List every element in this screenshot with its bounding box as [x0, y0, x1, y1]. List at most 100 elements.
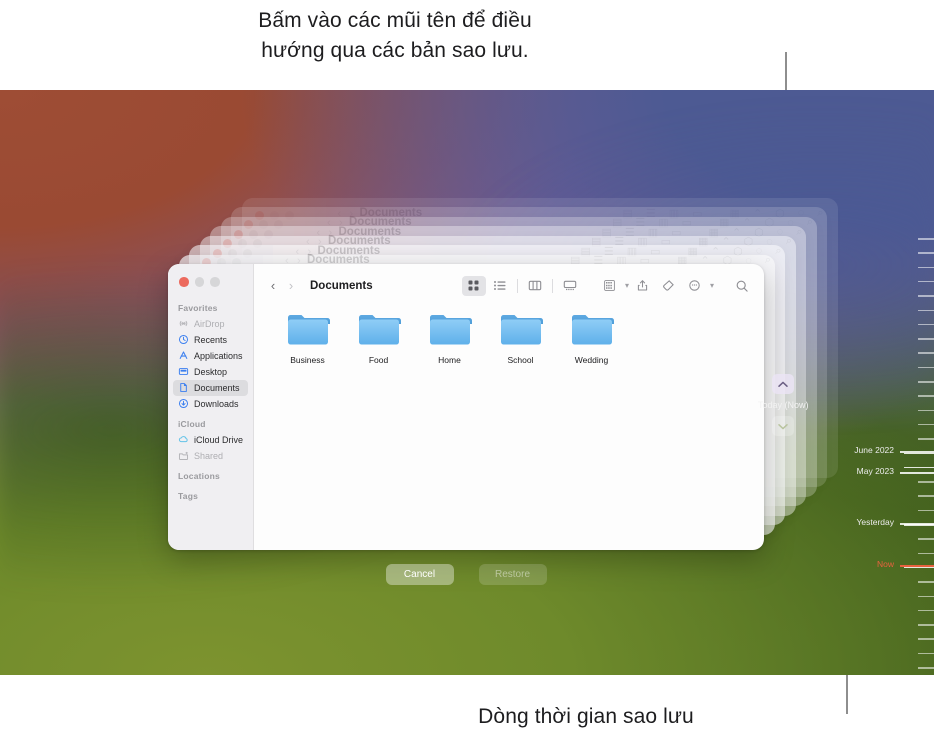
folder-icon	[500, 315, 543, 345]
sidebar-section-header: Tags	[178, 490, 199, 501]
minimize-window-button[interactable]	[194, 277, 204, 287]
tag-button[interactable]	[657, 276, 681, 296]
timeline-tick[interactable]	[918, 609, 934, 612]
timeline-tick[interactable]	[918, 538, 934, 540]
sidebar-item-label: AirDrop	[194, 318, 225, 329]
timeline-tick[interactable]	[918, 409, 934, 412]
timeline-tick[interactable]	[918, 509, 934, 512]
timeline-tick[interactable]	[918, 352, 934, 354]
gallery-view-button[interactable]	[558, 276, 582, 296]
file-grid: Business Food Home School Wedding	[254, 307, 764, 365]
icon-view-button[interactable]	[461, 275, 486, 296]
finder-content: ‹ › Documents ▾ ▾ Business Food Home Sch…	[254, 264, 764, 550]
timeline-tick[interactable]	[918, 438, 934, 440]
timeline-tick[interactable]	[904, 566, 934, 569]
folder-icon	[287, 315, 330, 345]
timeline-tick[interactable]	[918, 667, 934, 669]
breadcrumb-title: Documents	[310, 279, 373, 292]
restore-button[interactable]: Restore	[478, 564, 547, 585]
sidebar-item-label: Shared	[194, 450, 224, 461]
sidebar-item-downloads[interactable]: Downloads	[173, 396, 248, 412]
search-button[interactable]	[730, 276, 754, 296]
folder-icon	[571, 315, 614, 345]
timeline-tick[interactable]	[918, 309, 934, 311]
file-item[interactable]: Business	[272, 311, 343, 365]
sidebar-section-header: Favorites	[178, 302, 218, 313]
timeline-tick[interactable]	[918, 381, 934, 383]
timeline-tick[interactable]	[918, 552, 934, 555]
sidebar-item-label: Downloads	[194, 398, 239, 409]
column-view-button[interactable]	[523, 276, 547, 296]
file-item[interactable]: School	[485, 311, 556, 365]
timeline-tick-labeled[interactable]	[900, 472, 934, 474]
share-button[interactable]	[631, 276, 655, 296]
finder-window: Favorites AirDrop Recents Applications Deskt…	[168, 264, 764, 550]
applications-icon	[179, 351, 188, 359]
sidebar-item-label: Desktop	[194, 366, 228, 377]
file-item-label: Food	[368, 355, 389, 365]
navigate-back-in-time-button[interactable]	[772, 374, 794, 394]
desktop-icon	[178, 368, 189, 375]
timeline-tick[interactable]	[918, 495, 934, 497]
timeline-tick[interactable]	[918, 252, 934, 254]
timeline-label: June 2022	[854, 445, 894, 455]
close-window-button[interactable]	[179, 277, 189, 287]
timeline-tick[interactable]	[918, 323, 934, 326]
timeline-tick[interactable]	[918, 595, 934, 597]
file-item-label: Business	[290, 355, 325, 365]
sidebar-item-label: Applications	[194, 350, 243, 361]
timeline-tick[interactable]	[918, 638, 934, 640]
timeline-tick[interactable]	[918, 581, 934, 583]
sidebar-item-shared[interactable]: Shared	[173, 448, 248, 464]
timeline-tick[interactable]	[918, 295, 934, 297]
timeline-tick-labeled[interactable]	[900, 451, 934, 453]
cloud-icon	[178, 436, 188, 443]
timeline-label: Yesterday	[856, 517, 895, 527]
timeline-tick[interactable]	[918, 395, 934, 397]
action-menu-button[interactable]	[683, 276, 707, 296]
timeline-tick[interactable]	[918, 481, 934, 483]
folder-icon	[358, 315, 401, 345]
toolbar-buttons: ▾ ▾	[461, 275, 754, 296]
timeline-tick[interactable]	[918, 652, 934, 655]
sidebar-item-desktop[interactable]: Desktop	[173, 364, 248, 380]
timeline-tick-labeled[interactable]	[900, 565, 934, 567]
callout-top-text: Bấm vào các mũi tên để điều hướng qua cá…	[258, 9, 532, 62]
timeline-tick-labeled[interactable]	[900, 523, 934, 525]
group-by-button[interactable]	[598, 276, 622, 296]
timeline-tick[interactable]	[918, 238, 934, 240]
timeline-tick[interactable]	[918, 338, 934, 340]
airdrop-icon	[179, 320, 188, 327]
file-item[interactable]: Home	[414, 311, 485, 365]
timeline-tick[interactable]	[918, 366, 934, 369]
forward-button[interactable]: ›	[282, 278, 300, 293]
timeline-tick[interactable]	[918, 624, 934, 626]
file-item-label: Wedding	[574, 355, 609, 365]
timeline-tick[interactable]	[904, 466, 934, 469]
sidebar-item-icloud-drive[interactable]: iCloud Drive	[173, 432, 248, 448]
toolbar-divider-1	[516, 278, 518, 293]
finder-sidebar: Favorites AirDrop Recents Applications Deskt…	[168, 264, 254, 550]
document-icon	[180, 383, 187, 392]
navigate-forward-in-time-button[interactable]	[772, 416, 794, 436]
toolbar-divider-2	[551, 278, 553, 293]
zoom-window-button[interactable]	[210, 277, 220, 287]
timeline-tick[interactable]	[918, 280, 934, 283]
sidebar-item-documents[interactable]: Documents	[173, 379, 248, 396]
file-item[interactable]: Food	[343, 311, 414, 365]
file-item-label: Home	[438, 355, 461, 365]
sidebar-item-airdrop[interactable]: AirDrop	[173, 316, 248, 332]
sidebar-item-recents[interactable]: Recents	[173, 332, 248, 348]
action-menu-chevron-down-icon[interactable]: ▾	[710, 281, 714, 290]
sidebar-item-applications[interactable]: Applications	[173, 348, 248, 364]
back-button[interactable]: ‹	[264, 278, 282, 293]
timeline-tick[interactable]	[904, 452, 934, 454]
cancel-button[interactable]: Cancel	[385, 564, 454, 585]
timeline-tick[interactable]	[918, 266, 934, 269]
list-view-button[interactable]	[488, 276, 512, 296]
shared-folder-icon	[178, 451, 189, 461]
backup-timeline[interactable]: June 2022 May 2023 Yesterday Now	[840, 90, 934, 675]
timeline-tick[interactable]	[918, 423, 934, 426]
file-item[interactable]: Wedding	[556, 311, 627, 365]
group-by-chevron-down-icon[interactable]: ▾	[625, 281, 629, 290]
